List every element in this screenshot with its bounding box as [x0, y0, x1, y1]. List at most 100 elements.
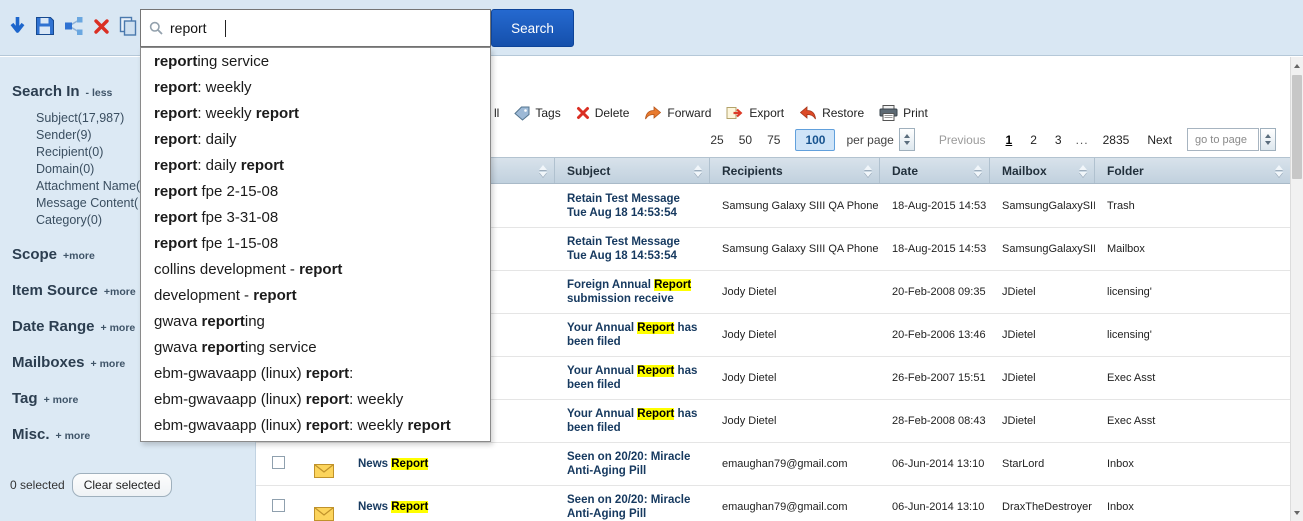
message-row[interactable]: News ReportSeen on 20/20: Miracle Anti-A…	[256, 443, 1290, 486]
autocomplete-suggestion[interactable]: report: daily report	[141, 153, 490, 179]
pagination-bar: 255075100per pagePrevious123...2835Next	[710, 128, 1276, 151]
go-to-page-input[interactable]	[1187, 128, 1259, 151]
recipients-cell: Jody Dietel	[710, 271, 880, 313]
print-button[interactable]: Print	[879, 105, 928, 121]
subject-cell: Your Annual Report has been filed	[555, 357, 710, 399]
delete-button[interactable]: Delete	[576, 106, 630, 120]
recipients-cell: Samsung Galaxy SIII QA Phone	[710, 185, 880, 227]
column-label: Date	[892, 164, 918, 178]
column-label: Subject	[567, 164, 610, 178]
column-header-folder[interactable]: Folder	[1095, 158, 1290, 183]
selected-count: 0 selected	[10, 478, 65, 492]
column-header-date[interactable]: Date	[880, 158, 990, 183]
column-header-recipients[interactable]: Recipients	[710, 158, 880, 183]
subject-cell: Retain Test Message Tue Aug 18 14:53:54	[555, 185, 710, 227]
subject-cell: Foreign Annual Report submission receive	[555, 271, 710, 313]
row-checkbox[interactable]	[272, 456, 285, 469]
sender-cell: News Report	[346, 486, 555, 521]
folder-cell: Inbox	[1095, 443, 1290, 485]
date-cell: 18-Aug-2015 14:53	[880, 228, 990, 270]
export-arrow-icon	[726, 106, 744, 120]
autocomplete-suggestion[interactable]: gwava reporting service	[141, 335, 490, 361]
column-header-mailbox[interactable]: Mailbox	[990, 158, 1095, 183]
page-number-2835[interactable]: 2835	[1103, 133, 1130, 147]
autocomplete-suggestion[interactable]: development - report	[141, 283, 490, 309]
delete-icon[interactable]	[93, 18, 110, 35]
recipients-cell: emaughan79@gmail.com	[710, 443, 880, 485]
topbar-icons	[9, 16, 137, 36]
message-row[interactable]: News ReportSeen on 20/20: Miracle Anti-A…	[256, 486, 1290, 521]
scrollbar-thumb[interactable]	[1292, 75, 1302, 179]
copy-icon[interactable]	[119, 16, 137, 36]
restore-button[interactable]: Restore	[799, 106, 864, 120]
autocomplete-suggestion[interactable]: report: weekly	[141, 75, 490, 101]
page-number-1[interactable]: 1	[1006, 133, 1013, 147]
action-label: Tags	[535, 106, 560, 120]
folder-cell: Trash	[1095, 185, 1290, 227]
recipients-cell: emaughan79@gmail.com	[710, 486, 880, 521]
truncated-toolbar-text[interactable]: ll	[494, 106, 499, 120]
page-size-50[interactable]: 50	[739, 133, 752, 147]
autocomplete-suggestion[interactable]: ebm-gwavaapp (linux) report: weekly	[141, 387, 490, 413]
page-number-2[interactable]: 2	[1030, 133, 1037, 147]
autocomplete-suggestion[interactable]: ebm-gwavaapp (linux) report:	[141, 361, 490, 387]
previous-page-button[interactable]: Previous	[939, 133, 986, 147]
action-label: Delete	[595, 106, 630, 120]
folder-cell: Mailbox	[1095, 228, 1290, 270]
subject-cell: Seen on 20/20: Miracle Anti-Aging Pill	[555, 486, 710, 521]
recipients-cell: Jody Dietel	[710, 400, 880, 442]
go-to-page-stepper[interactable]	[1260, 128, 1276, 151]
forward-button[interactable]: Forward	[644, 106, 711, 120]
autocomplete-suggestion[interactable]: report: weekly report	[141, 101, 490, 127]
download-icon[interactable]	[9, 16, 26, 36]
scroll-down-button[interactable]	[1291, 505, 1303, 520]
save-icon[interactable]	[35, 16, 55, 36]
page-ellipsis: ...	[1076, 133, 1089, 147]
date-cell: 26-Feb-2007 15:51	[880, 357, 990, 399]
results-toolbar: ll Tags Delete Forward Export Restore Print	[494, 105, 928, 121]
date-cell: 20-Feb-2006 13:46	[880, 314, 990, 356]
section-toggle: +more	[63, 250, 95, 262]
page-size-25[interactable]: 25	[710, 133, 723, 147]
vertical-scrollbar[interactable]	[1290, 57, 1303, 521]
action-label: Print	[903, 106, 928, 120]
autocomplete-suggestion[interactable]: reporting service	[141, 49, 490, 75]
column-header-subject[interactable]: Subject	[555, 158, 710, 183]
next-page-button[interactable]: Next	[1147, 133, 1172, 147]
autocomplete-suggestion[interactable]: report fpe 2-15-08	[141, 179, 490, 205]
share-icon[interactable]	[64, 16, 84, 36]
text-caret	[225, 20, 226, 37]
date-cell: 06-Jun-2014 13:10	[880, 443, 990, 485]
per-page-stepper[interactable]	[899, 128, 915, 151]
autocomplete-suggestion[interactable]: report fpe 1-15-08	[141, 231, 490, 257]
delete-x-icon	[576, 106, 590, 120]
search-input[interactable]	[170, 20, 218, 36]
autocomplete-suggestion[interactable]: collins development - report	[141, 257, 490, 283]
autocomplete-suggestion[interactable]: report: daily	[141, 127, 490, 153]
column-label: Mailbox	[1002, 164, 1047, 178]
autocomplete-suggestion[interactable]: gwava reporting	[141, 309, 490, 335]
mailbox-cell: JDietel	[990, 314, 1095, 356]
row-checkbox[interactable]	[272, 499, 285, 512]
sort-arrows-icon	[1275, 165, 1283, 177]
page-number-3[interactable]: 3	[1055, 133, 1062, 147]
section-toggle: + more	[44, 394, 79, 406]
export-button[interactable]: Export	[726, 106, 784, 120]
envelope-icon	[314, 499, 334, 521]
section-toggle: + more	[101, 322, 136, 334]
page-size-100[interactable]: 100	[795, 129, 835, 151]
scroll-up-button[interactable]	[1291, 58, 1303, 73]
mailbox-cell: DraxTheDestroyer	[990, 486, 1095, 521]
tags-button[interactable]: Tags	[514, 106, 560, 121]
section-toggle: +more	[104, 286, 136, 298]
clear-selected-button[interactable]: Clear selected	[72, 473, 173, 497]
restore-arrow-icon	[799, 106, 817, 120]
section-toggle: - less	[86, 87, 113, 99]
page-size-75[interactable]: 75	[767, 133, 780, 147]
action-label: Restore	[822, 106, 864, 120]
sort-arrows-icon	[1079, 165, 1087, 177]
forward-arrow-icon	[644, 106, 662, 120]
search-button[interactable]: Search	[491, 9, 574, 47]
autocomplete-suggestion[interactable]: ebm-gwavaapp (linux) report: weekly repo…	[141, 413, 490, 439]
autocomplete-suggestion[interactable]: report fpe 3-31-08	[141, 205, 490, 231]
